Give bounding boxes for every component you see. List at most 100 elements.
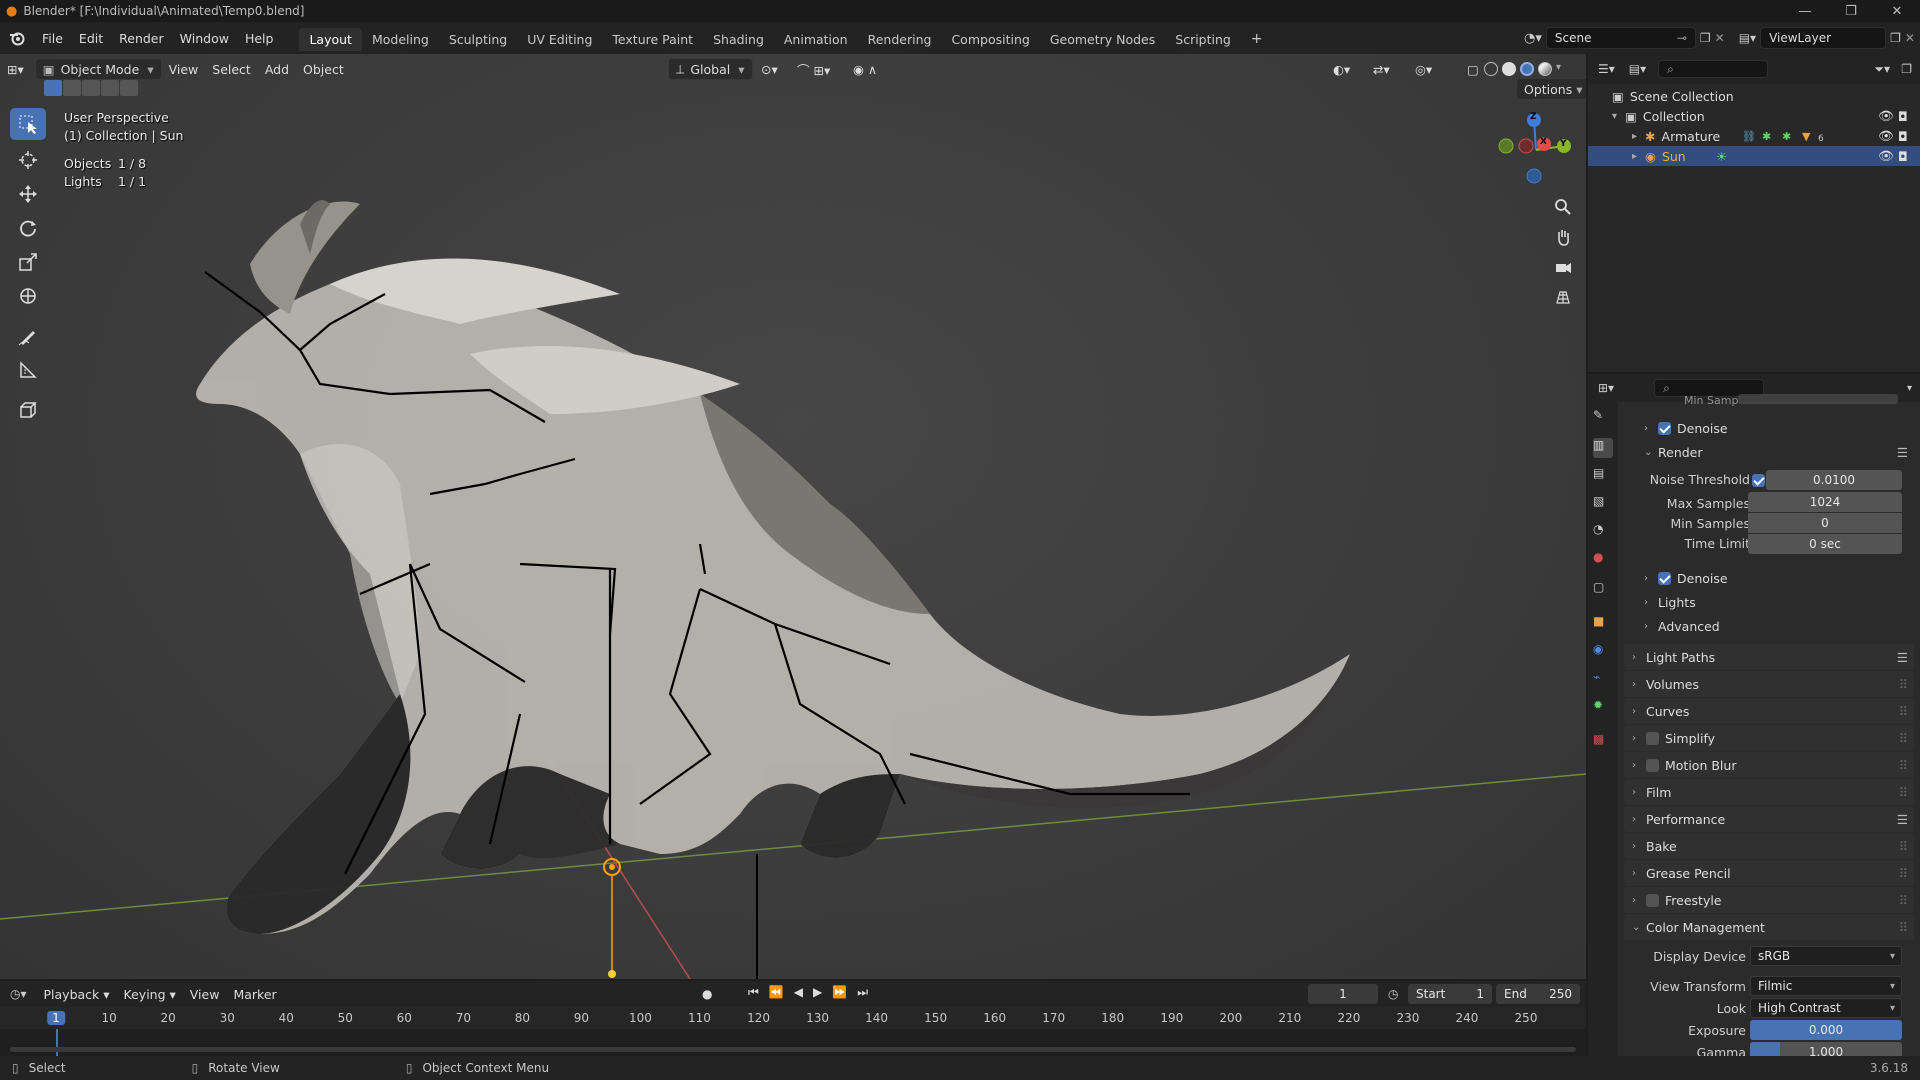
drag-handle-icon[interactable]: ⠿ [1899, 677, 1908, 692]
object-tab-icon[interactable]: ■ [1593, 614, 1613, 634]
rendered-shading-icon[interactable] [1538, 62, 1552, 76]
drag-handle-icon[interactable]: ⠿ [1899, 893, 1908, 908]
new-scene-icon[interactable]: ❐ [1700, 31, 1711, 45]
select-invert-icon[interactable] [101, 80, 119, 96]
xray-toggle-icon[interactable]: ▢ [1460, 58, 1486, 80]
collapse-icon[interactable]: ▾ [1612, 111, 1617, 122]
panel-header-grease-pencil[interactable]: › Grease Pencil ⠿ [1624, 860, 1914, 886]
proportional-edit-icon[interactable]: ◉ ∧ [846, 58, 884, 80]
expand-icon[interactable]: ▸ [1632, 151, 1637, 162]
outliner-row-armature[interactable]: ▸ ✱ Armature ⛓ ✱ ✱ ▼ 6 👁 ◘ [1588, 126, 1920, 146]
armature-data-icon[interactable]: ✱ [1782, 130, 1791, 143]
transform-orientation-dropdown[interactable]: ⟂ Global ▾ [668, 58, 753, 80]
mode-dropdown[interactable]: ▣ Object Mode ▾ [34, 58, 162, 80]
render-subpanel-header[interactable]: ⌄ Render ☰ [1644, 440, 1908, 464]
time-limit-field[interactable]: 0 sec [1748, 534, 1902, 554]
constraints-tab-icon[interactable]: ⌁ [1593, 670, 1613, 690]
render-denoise-row[interactable]: › Denoise [1644, 566, 1728, 590]
annotate-icon[interactable] [10, 320, 46, 352]
add-cube-icon[interactable] [10, 394, 46, 426]
viewlayer-selector[interactable]: ViewLayer [1760, 27, 1887, 49]
modifier-icon[interactable]: ▼ [1802, 130, 1810, 143]
menu-file[interactable]: File [34, 31, 71, 46]
menu-object[interactable]: Object [296, 58, 351, 80]
jump-start-icon[interactable]: ⏮ [748, 985, 759, 1000]
workspace-tab-scripting[interactable]: Scripting [1165, 28, 1241, 51]
display-device-dropdown[interactable]: sRGB ▾ [1750, 946, 1902, 966]
panel-header-curves[interactable]: › Curves ⠿ [1624, 698, 1914, 724]
record-icon[interactable]: ● [702, 987, 712, 1001]
snap-icon[interactable]: ⌒ ⊞▾ [790, 58, 837, 80]
workspace-tab-uv-editing[interactable]: UV Editing [517, 28, 602, 51]
physics-tab-icon[interactable]: ◉ [1593, 642, 1613, 662]
menu-add[interactable]: Add [258, 58, 296, 80]
menu-timeline-view[interactable]: View [183, 983, 227, 1005]
menu-window[interactable]: Window [172, 31, 237, 46]
transform-icon[interactable] [10, 280, 46, 312]
view-layer-tab-icon[interactable]: ▧ [1593, 494, 1613, 514]
menu-edit[interactable]: Edit [71, 31, 111, 46]
exposure-field[interactable]: 0.000 [1750, 1020, 1902, 1040]
drag-handle-icon[interactable]: ⠿ [1899, 866, 1908, 881]
restore-icon[interactable]: ❐ [1828, 0, 1874, 22]
panel-header-simplify[interactable]: › Simplify ⠿ [1624, 725, 1914, 751]
display-mode-icon[interactable]: ▤▾ [1629, 62, 1646, 76]
frame-ruler[interactable]: 1 10 20 30 40 50 60 70 80 90 100 110 120 130 140 150 160… [0, 1007, 1586, 1029]
drag-handle-icon[interactable]: ⠿ [1899, 704, 1908, 719]
viewlayer-icon[interactable]: ▤▾ [1739, 31, 1756, 45]
color-management-panel-header[interactable]: ⌄ Color Management ⠿ [1624, 914, 1914, 940]
chevron-down-icon[interactable]: ▾ [1907, 383, 1912, 394]
camera-view-icon[interactable] [1550, 254, 1576, 280]
drag-handle-icon[interactable]: ⠿ [1899, 731, 1908, 746]
visibility-icon[interactable]: ◐▾ [1326, 58, 1357, 80]
menu-playback[interactable]: Playback ▾ [37, 983, 117, 1005]
render-camera-icon[interactable]: ◘ [1898, 129, 1908, 144]
noise-threshold-checkbox[interactable] [1752, 474, 1765, 487]
menu-render[interactable]: Render [111, 31, 172, 46]
panel-header-performance[interactable]: › Performance ☰ [1624, 806, 1914, 832]
render-camera-icon[interactable]: ◘ [1898, 149, 1908, 164]
object-data-tab-icon[interactable]: ✹ [1593, 698, 1613, 718]
close-icon[interactable]: ✕ [1874, 0, 1920, 22]
outliner-row-sun[interactable]: ▸ ◉ Sun ☀ 👁 ◘ [1588, 146, 1920, 166]
outliner-row-collection[interactable]: ▾ ▣ Collection 👁 ◘ [1588, 106, 1920, 126]
3d-viewport[interactable]: ⊞▾ ▣ Object Mode ▾ View Select Add Objec… [0, 54, 1586, 979]
pose-icon[interactable]: ⛓ [1742, 130, 1756, 143]
eye-icon[interactable]: 👁 [1878, 128, 1894, 144]
wireframe-shading-icon[interactable] [1484, 62, 1498, 76]
pin-icon[interactable]: ⊸ [1677, 31, 1687, 45]
select-box-icon[interactable] [10, 108, 46, 140]
sun-data-icon[interactable]: ☀ [1716, 149, 1727, 164]
properties-editor-icon[interactable]: ⊞▾ [1598, 381, 1614, 395]
pivot-point-icon[interactable]: ⊙▾ [754, 58, 785, 80]
options-dropdown[interactable]: Options ▾ [1516, 78, 1586, 100]
blender-menu-icon[interactable] [0, 30, 34, 46]
workspace-tab-texture-paint[interactable]: Texture Paint [602, 28, 703, 51]
select-extend-icon[interactable] [63, 80, 81, 96]
current-frame-field[interactable]: 1 [1308, 984, 1378, 1004]
workspace-tab-compositing[interactable]: Compositing [941, 28, 1039, 51]
workspace-tab-rendering[interactable]: Rendering [858, 28, 942, 51]
perspective-toggle-icon[interactable] [1550, 284, 1576, 310]
world-tab-icon[interactable]: ● [1593, 550, 1613, 570]
tool-tab-icon[interactable]: ✎ [1593, 408, 1613, 428]
list-icon[interactable]: ☰ [1897, 445, 1908, 460]
min-samples-field[interactable]: 0 [1748, 513, 1902, 533]
lights-subpanel-row[interactable]: › Lights [1644, 590, 1696, 614]
panel-header-film[interactable]: › Film ⠿ [1624, 779, 1914, 805]
menu-view[interactable]: View [162, 58, 206, 80]
measure-icon[interactable] [10, 354, 46, 386]
noise-threshold-field[interactable]: 0.0100 [1766, 470, 1902, 490]
prev-keyframe-icon[interactable]: ⏪ [769, 985, 784, 1000]
rotate-icon[interactable] [10, 212, 46, 244]
workspace-tab-geometry-nodes[interactable]: Geometry Nodes [1040, 28, 1165, 51]
bone-data-icon[interactable]: ✱ [1762, 130, 1771, 143]
next-keyframe-icon[interactable]: ⏩ [832, 985, 847, 1000]
play-reverse-icon[interactable]: ◀ [794, 985, 803, 1000]
list-icon[interactable]: ☰ [1897, 812, 1908, 827]
drag-handle-icon[interactable]: ⠿ [1899, 785, 1908, 800]
new-collection-icon[interactable]: ❐ [1901, 62, 1912, 76]
drag-handle-icon[interactable]: ⠿ [1899, 758, 1908, 773]
shading-options-icon[interactable]: ▾ [1556, 62, 1561, 76]
output-tab-icon[interactable]: ▤ [1593, 466, 1613, 486]
